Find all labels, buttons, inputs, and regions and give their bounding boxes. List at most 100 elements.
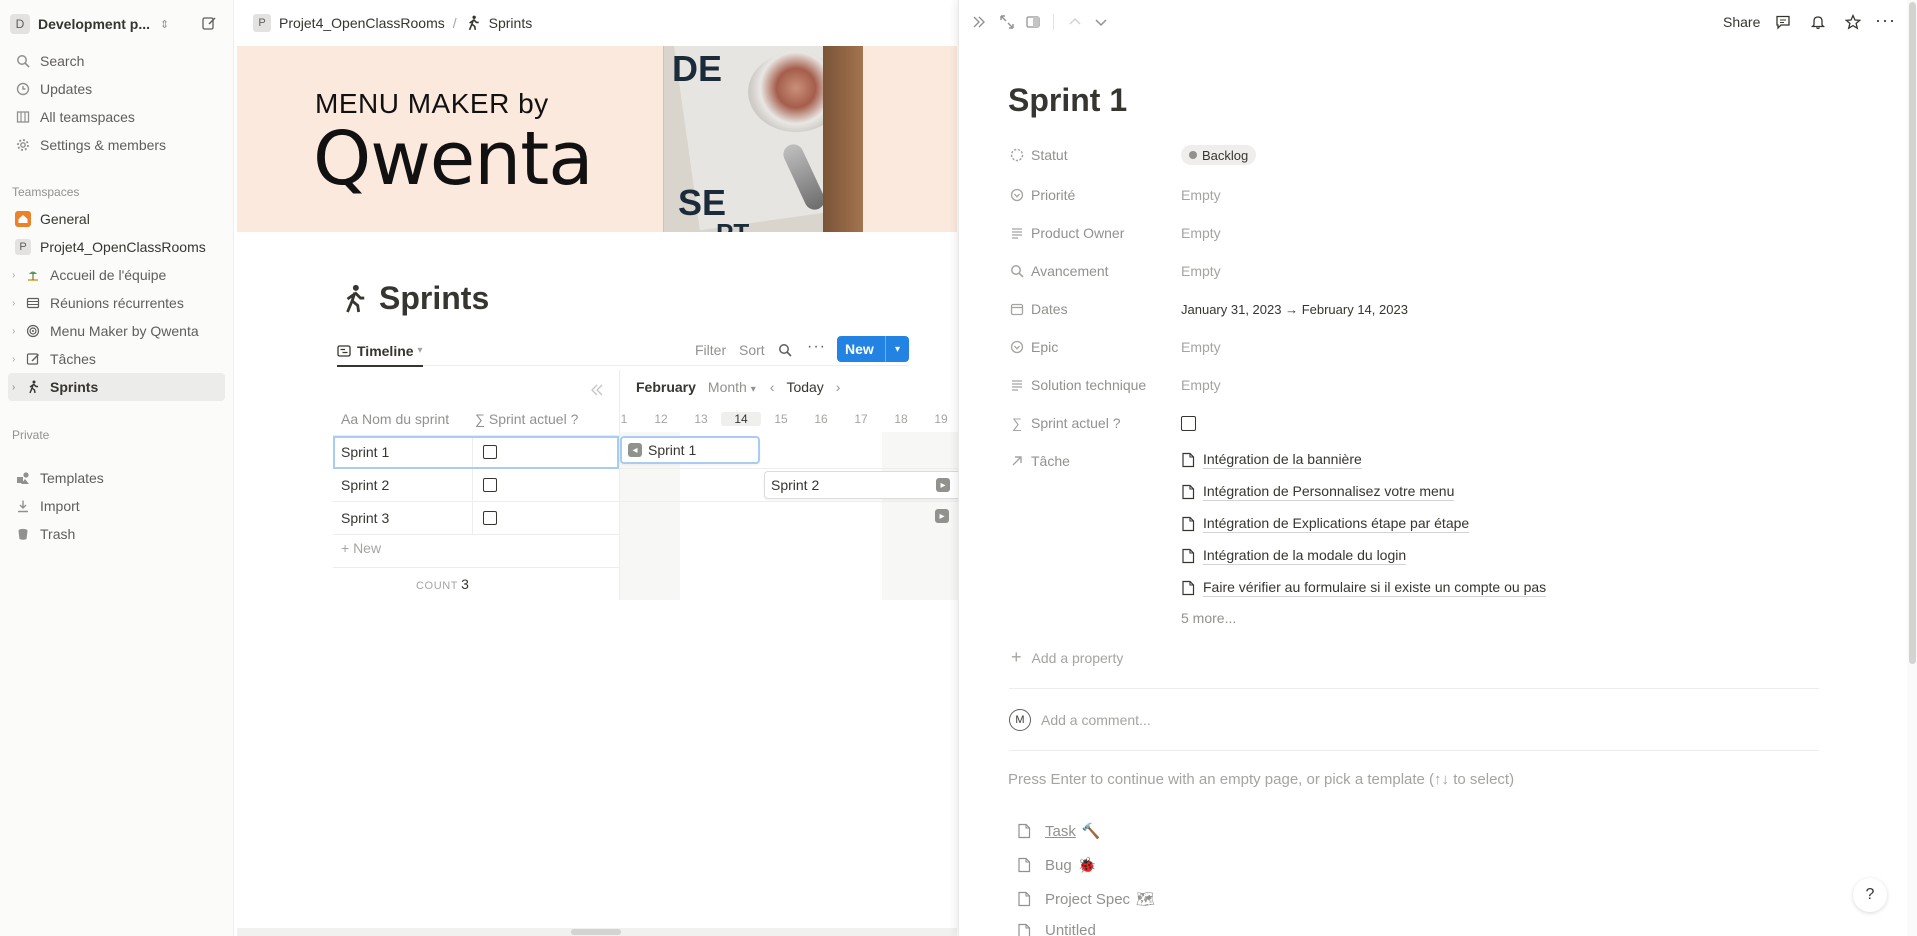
table-icon — [24, 294, 42, 312]
table-row[interactable]: Sprint 2 — [333, 468, 619, 502]
property-name[interactable]: Dates — [1031, 301, 1068, 317]
sidebar-item-settings[interactable]: Settings & members — [8, 131, 225, 159]
chevron-left-icon[interactable]: ‹ — [770, 379, 775, 395]
chevron-up-icon[interactable] — [1067, 14, 1083, 30]
new-page-icon[interactable] — [201, 15, 217, 31]
template-option-project-spec[interactable]: Project Spec 🗺 — [1017, 890, 1155, 908]
template-option-untitled[interactable]: Untitled — [1017, 922, 1096, 936]
property-value[interactable]: January 31, 2023 → February 14, 2023 — [1181, 302, 1408, 317]
sprint-actuel-checkbox[interactable] — [1181, 415, 1196, 431]
sidebar-item-reunions[interactable]: › Réunions récurrentes — [8, 289, 225, 317]
sidebar-item-projet4[interactable]: P Projet4_OpenClassRooms — [8, 233, 225, 261]
chevron-right-icon[interactable]: › — [12, 382, 24, 393]
sprint-name-cell[interactable]: Sprint 3 — [333, 501, 473, 535]
peek-mode-icon[interactable] — [1025, 14, 1041, 30]
property-value[interactable]: Empty — [1181, 225, 1221, 241]
close-peek-icon[interactable] — [971, 14, 987, 30]
tab-timeline-view[interactable]: Timeline ▾ — [337, 343, 423, 367]
status-badge[interactable]: Backlog — [1181, 145, 1257, 165]
template-option-task[interactable]: Task 🔨 — [1017, 822, 1101, 840]
column-header-name[interactable]: Aa Nom du sprint — [333, 411, 473, 427]
walker-icon — [468, 15, 479, 31]
sidebar-item-templates[interactable]: Templates — [8, 464, 225, 492]
sort-button[interactable]: Sort — [739, 342, 765, 358]
chevron-right-icon[interactable]: › — [12, 270, 24, 281]
chevron-down-icon[interactable]: ▾ — [886, 344, 909, 355]
breadcrumb-projet4[interactable]: P Projet4_OpenClassRooms — [253, 14, 445, 32]
sidebar-item-taches[interactable]: › Tâches — [8, 345, 225, 373]
sprint-actuel-checkbox[interactable] — [483, 478, 497, 492]
search-icon[interactable] — [778, 343, 792, 357]
timeline-bar-sprint-1[interactable]: ◂ Sprint 1 — [620, 436, 760, 464]
show-more-tasks-link[interactable]: 5 more... — [1181, 610, 1236, 626]
property-value[interactable]: Empty — [1181, 377, 1221, 393]
chevron-right-icon[interactable]: › — [12, 326, 24, 337]
sidebar-item-sprints[interactable]: › Sprints — [8, 373, 225, 401]
filter-button[interactable]: Filter — [695, 342, 726, 358]
help-button[interactable]: ? — [1853, 878, 1887, 912]
property-name[interactable]: Sprint actuel ? — [1031, 415, 1121, 431]
more-options-icon[interactable]: ··· — [807, 338, 826, 356]
relation-task-link[interactable]: Intégration de Explications étape par ét… — [1181, 515, 1470, 533]
sidebar-item-import[interactable]: Import — [8, 492, 225, 520]
horizontal-scrollbar[interactable] — [237, 928, 957, 936]
walker-icon[interactable] — [341, 284, 367, 314]
timeline-bar-sprint-2[interactable]: Sprint 2 ▸ — [764, 471, 958, 499]
more-options-icon[interactable]: ··· — [1875, 10, 1896, 31]
today-button[interactable]: Today — [786, 379, 823, 395]
property-sprint-actuel: ∑ Sprint actuel ? — [1009, 408, 1869, 438]
peek-page-title[interactable]: Sprint 1 — [1008, 82, 1127, 119]
chevron-right-icon[interactable]: › — [12, 298, 24, 309]
sidebar-item-label: Import — [40, 498, 80, 514]
sidebar-item-all-teamspaces[interactable]: All teamspaces — [8, 103, 225, 131]
new-entry-button[interactable]: New ▾ — [837, 336, 909, 362]
property-name[interactable]: Tâche — [1031, 453, 1070, 469]
breadcrumb-sprints[interactable]: Sprints — [465, 15, 532, 31]
timeline-scale-select[interactable]: Month ▾ — [708, 379, 756, 395]
comment-input[interactable]: M Add a comment... — [1009, 709, 1151, 731]
arrow-right-icon[interactable]: ▸ — [936, 478, 950, 492]
chevron-right-icon[interactable]: › — [12, 354, 24, 365]
workspace-switcher[interactable]: D Development p... ⇕ — [10, 12, 223, 36]
chevron-down-icon[interactable] — [1093, 14, 1109, 30]
share-button[interactable]: Share — [1723, 14, 1760, 30]
sprint-name-cell[interactable]: Sprint 1 — [333, 435, 473, 469]
property-name[interactable]: Priorité — [1031, 187, 1075, 203]
table-row[interactable]: Sprint 1 — [333, 435, 619, 469]
sidebar-item-menu-maker[interactable]: › Menu Maker by Qwenta — [8, 317, 225, 345]
sidebar-item-updates[interactable]: Updates — [8, 75, 225, 103]
add-property-button[interactable]: + Add a property — [1011, 647, 1123, 668]
property-name[interactable]: Epic — [1031, 339, 1058, 355]
sidebar-item-accueil[interactable]: › Accueil de l'équipe — [8, 261, 225, 289]
table-row[interactable]: Sprint 3 — [333, 501, 619, 535]
add-row-button[interactable]: + New — [341, 540, 381, 556]
arrow-right-icon[interactable]: ▸ — [935, 509, 949, 523]
relation-task-link[interactable]: Intégration de Personnalisez votre menu — [1181, 483, 1455, 501]
vertical-scrollbar[interactable] — [1907, 0, 1917, 936]
property-name[interactable]: Statut — [1031, 147, 1068, 163]
property-value[interactable]: Empty — [1181, 263, 1221, 279]
sprint-actuel-checkbox[interactable] — [483, 511, 497, 525]
relation-task-link[interactable]: Intégration de la bannière — [1181, 451, 1362, 469]
count-summary[interactable]: COUNT 3 — [416, 576, 469, 592]
comment-icon[interactable] — [1775, 14, 1791, 30]
property-name[interactable]: Solution technique — [1031, 377, 1146, 393]
property-value[interactable]: Empty — [1181, 187, 1221, 203]
property-value[interactable]: Empty — [1181, 339, 1221, 355]
bell-icon[interactable] — [1810, 14, 1826, 30]
property-name[interactable]: Avancement — [1031, 263, 1109, 279]
sprint-name-cell[interactable]: Sprint 2 — [333, 468, 473, 502]
relation-task-link[interactable]: Faire vérifier au formulaire si il exist… — [1181, 579, 1547, 597]
relation-task-link[interactable]: Intégration de la modale du login — [1181, 547, 1407, 565]
sprint-actuel-checkbox[interactable] — [483, 445, 497, 459]
star-icon[interactable] — [1845, 14, 1861, 30]
sidebar-item-search[interactable]: Search — [8, 47, 225, 75]
property-name[interactable]: Product Owner — [1031, 225, 1124, 241]
chevron-right-icon[interactable]: › — [836, 379, 841, 395]
expand-icon[interactable] — [999, 14, 1015, 30]
collapse-table-icon[interactable] — [589, 383, 605, 397]
sidebar-item-trash[interactable]: Trash — [8, 520, 225, 548]
column-header-sprint-actuel[interactable]: ∑ Sprint actuel ? — [473, 411, 578, 427]
template-option-bug[interactable]: Bug 🐞 — [1017, 856, 1096, 874]
sidebar-item-general[interactable]: General — [8, 205, 225, 233]
